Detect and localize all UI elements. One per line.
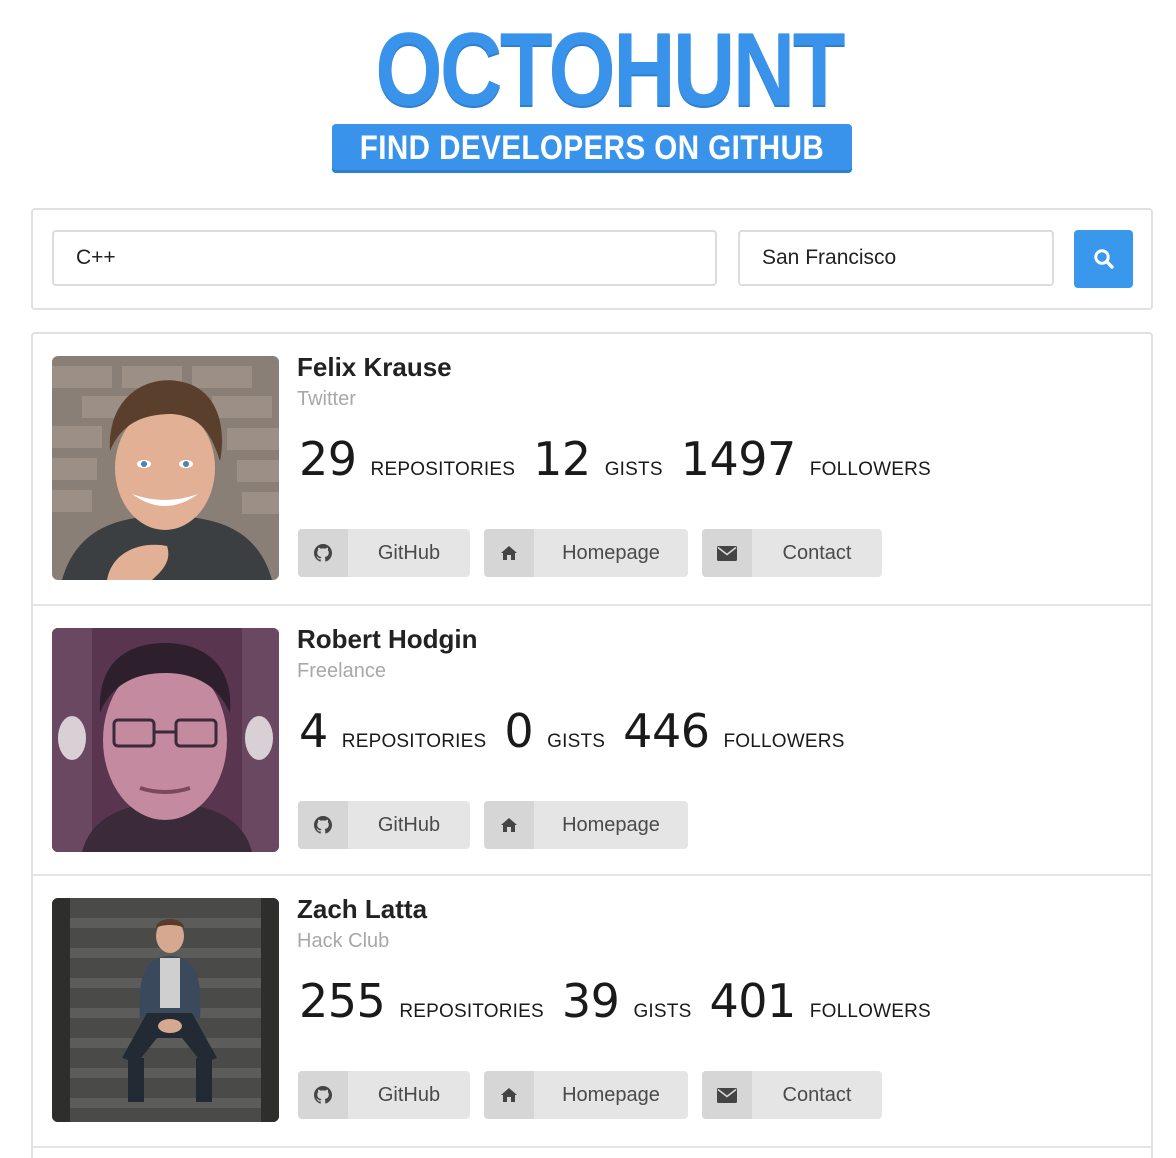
language-input[interactable]: C++ bbox=[52, 230, 717, 286]
homepage-button[interactable]: Homepage bbox=[484, 529, 688, 577]
developer-stats: 255 REPOSITORIES 39 GISTS 401 FOLLOWERS bbox=[299, 974, 949, 1028]
homepage-button[interactable]: Homepage bbox=[484, 801, 688, 849]
github-button-label: GitHub bbox=[377, 541, 441, 564]
location-input[interactable]: San Francisco bbox=[738, 230, 1054, 286]
repositories-label: REPOSITORIES bbox=[370, 459, 516, 480]
github-button[interactable]: GitHub bbox=[298, 529, 470, 577]
gists-count: 12 bbox=[533, 432, 591, 486]
github-button-label: GitHub bbox=[377, 813, 441, 836]
contact-button[interactable]: Contact bbox=[702, 529, 882, 577]
github-icon bbox=[298, 801, 348, 849]
developer-card: Felix Krause Twitter 29 REPOSITORIES 12 … bbox=[33, 334, 1151, 606]
followers-label: FOLLOWERS bbox=[723, 731, 845, 752]
octohunt-logo: OCTOHUNT FIND DEVELOPERS ON GITHUB bbox=[331, 12, 853, 174]
gists-count: 0 bbox=[504, 704, 534, 758]
search-panel: C++ San Francisco bbox=[31, 208, 1153, 310]
avatar[interactable] bbox=[52, 628, 279, 852]
repositories-label: REPOSITORIES bbox=[341, 731, 487, 752]
developer-name[interactable]: Felix Krause bbox=[297, 352, 452, 383]
developer-actions: GitHub Homepage bbox=[298, 801, 702, 849]
github-button[interactable]: GitHub bbox=[298, 1071, 470, 1119]
followers-count: 401 bbox=[709, 974, 796, 1028]
developer-company: Hack Club bbox=[297, 930, 390, 952]
developer-company: Twitter bbox=[297, 388, 356, 410]
developer-stats: 4 REPOSITORIES 0 GISTS 446 FOLLOWERS bbox=[299, 704, 863, 758]
developer-card: Robert Hodgin Freelance 4 REPOSITORIES 0… bbox=[33, 606, 1151, 876]
results-list: Felix Krause Twitter 29 REPOSITORIES 12 … bbox=[31, 332, 1153, 1158]
gists-label: GISTS bbox=[547, 731, 606, 752]
gists-label: GISTS bbox=[604, 459, 663, 480]
developer-company: Freelance bbox=[297, 660, 386, 682]
home-icon bbox=[484, 1071, 534, 1119]
repositories-count: 255 bbox=[299, 974, 386, 1028]
repositories-label: REPOSITORIES bbox=[399, 1001, 544, 1022]
github-button-label: GitHub bbox=[377, 1083, 441, 1106]
developer-name[interactable]: Zach Latta bbox=[297, 894, 427, 925]
location-input-value: San Francisco bbox=[762, 246, 897, 269]
contact-button[interactable]: Contact bbox=[702, 1071, 882, 1119]
search-icon bbox=[1093, 249, 1114, 269]
github-icon bbox=[298, 1071, 348, 1119]
gists-label: GISTS bbox=[633, 1001, 692, 1022]
search-button[interactable] bbox=[1074, 230, 1133, 288]
gists-count: 39 bbox=[561, 974, 620, 1028]
followers-count: 1497 bbox=[680, 432, 797, 486]
contact-button-label: Contact bbox=[782, 541, 852, 564]
repositories-count: 4 bbox=[299, 704, 328, 758]
developer-actions: GitHub Homepage Contact bbox=[298, 1071, 896, 1119]
logo-tagline: FIND DEVELOPERS ON GITHUB bbox=[359, 129, 825, 167]
github-icon bbox=[298, 529, 348, 577]
homepage-button-label: Homepage bbox=[562, 541, 660, 564]
logo-title: OCTOHUNT bbox=[375, 12, 845, 128]
developer-stats: 29 REPOSITORIES 12 GISTS 1497 FOLLOWERS bbox=[299, 432, 949, 486]
homepage-button-label: Homepage bbox=[562, 813, 660, 836]
developer-actions: GitHub Homepage Contact bbox=[298, 529, 896, 577]
followers-label: FOLLOWERS bbox=[809, 1001, 931, 1022]
github-button[interactable]: GitHub bbox=[298, 801, 470, 849]
home-icon bbox=[484, 801, 534, 849]
home-icon bbox=[484, 529, 534, 577]
homepage-button-label: Homepage bbox=[562, 1083, 660, 1106]
avatar[interactable] bbox=[52, 898, 279, 1122]
repositories-count: 29 bbox=[299, 432, 357, 486]
avatar[interactable] bbox=[52, 356, 279, 580]
logo-tagline-bar: FIND DEVELOPERS ON GITHUB bbox=[332, 124, 852, 173]
contact-button-label: Contact bbox=[782, 1083, 852, 1106]
followers-count: 446 bbox=[623, 704, 710, 758]
envelope-icon bbox=[702, 529, 752, 577]
language-input-value: C++ bbox=[76, 246, 116, 269]
envelope-icon bbox=[702, 1071, 752, 1119]
developer-name[interactable]: Robert Hodgin bbox=[297, 624, 478, 655]
followers-label: FOLLOWERS bbox=[809, 459, 931, 480]
developer-card: Zach Latta Hack Club 255 REPOSITORIES 39… bbox=[33, 876, 1151, 1148]
homepage-button[interactable]: Homepage bbox=[484, 1071, 688, 1119]
